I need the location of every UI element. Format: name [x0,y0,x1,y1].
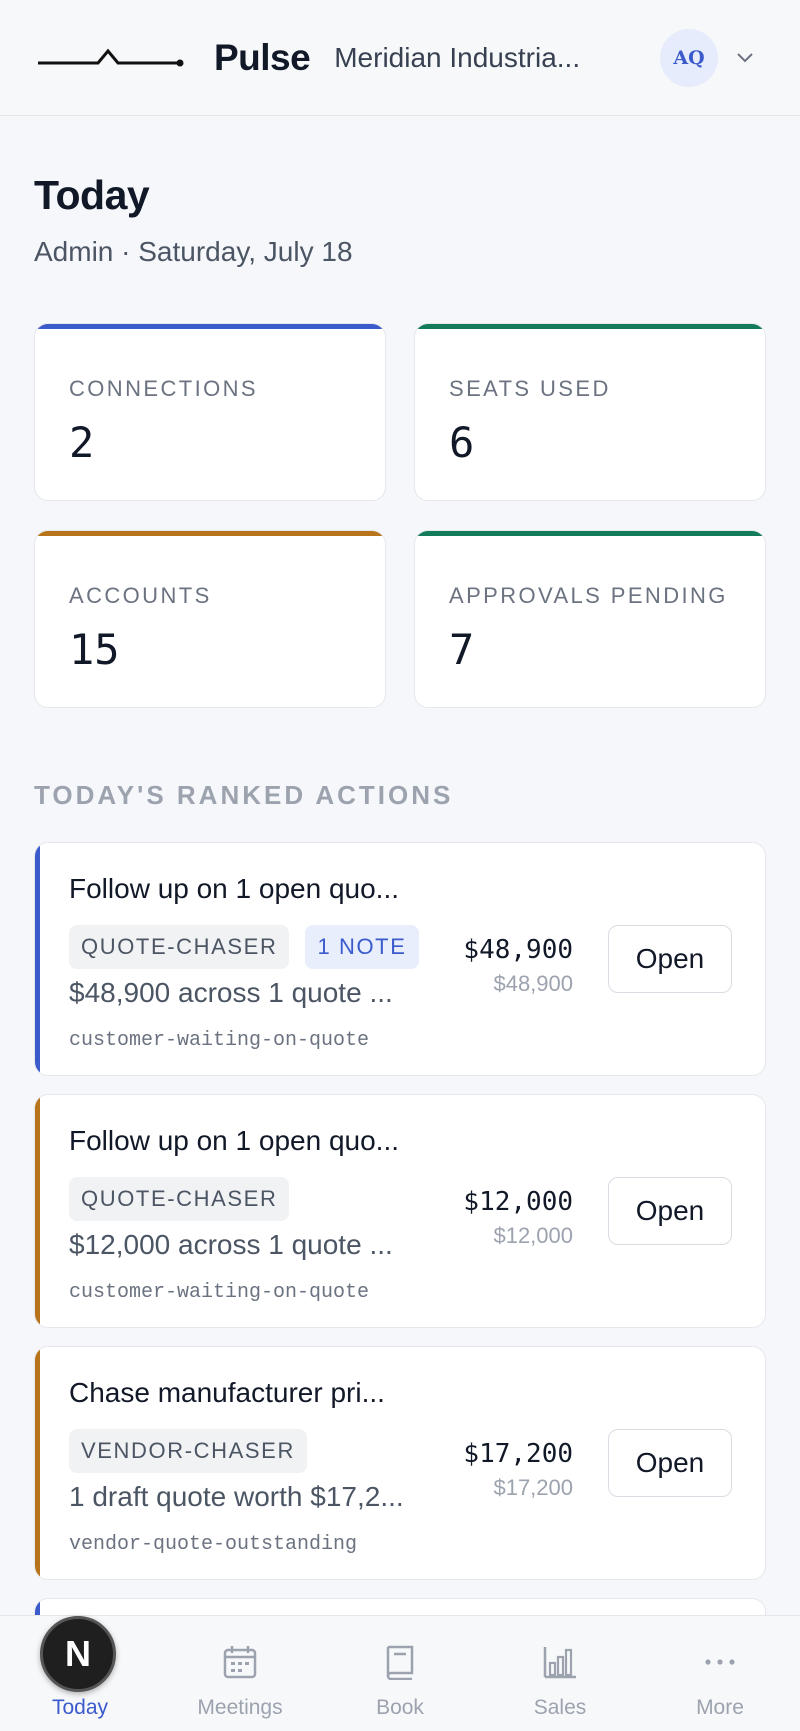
stat-label: ACCOUNTS [69,583,212,608]
page: Pulse Meridian Industria... AQ Today Adm… [0,0,800,1731]
action-amount: $48,900 [463,935,573,965]
action-accent-bar [35,843,40,1075]
action-tag: QUOTE-CHASER [69,925,290,969]
nav-label: Today [51,1696,109,1719]
stat-accent-bar [35,531,385,536]
open-button[interactable]: Open [608,1177,732,1245]
action-code: customer-waiting-on-quote [69,1281,370,1304]
nav-label: Meetings [197,1696,283,1719]
action-amount-sub: $17,200 [493,1475,573,1500]
nav-label: Book [376,1696,424,1719]
action-amount: $12,000 [463,1187,573,1217]
page-subtitle: Admin · Saturday, July 18 [34,236,353,267]
nav-item-more[interactable]: More [640,1616,800,1731]
bar-chart-icon [543,1647,576,1679]
brand-name: Pulse [214,36,311,78]
avatar[interactable]: AQ [660,29,718,87]
nav-item-meetings[interactable]: Meetings [160,1616,320,1731]
action-amount-sub: $12,000 [493,1223,573,1248]
action-code: vendor-quote-outstanding [69,1533,358,1556]
calendar-icon [223,1646,257,1679]
action-accent-bar [35,1347,40,1579]
stat-accent-bar [415,531,765,536]
stat-card-connections[interactable]: CONNECTIONS 2 [34,323,386,501]
stat-accent-bar [415,324,765,329]
stat-value: 6 [449,418,475,467]
action-description: $12,000 across 1 quote ... [69,1229,393,1260]
stat-value: 2 [69,418,95,467]
nav-label: More [696,1696,744,1719]
action-title: Follow up on 1 open quo... [69,1125,400,1156]
action-card[interactable]: Follow up on 1 open quo... QUOTE-CHASER … [34,842,766,1076]
nav-item-sales[interactable]: Sales [480,1616,640,1731]
nav-label: Sales [533,1696,587,1719]
action-description: 1 draft quote worth $17,2... [69,1481,404,1512]
section-title: TODAY'S RANKED ACTIONS [34,780,454,810]
org-switcher[interactable]: Meridian Industria... [334,42,580,74]
stat-value: 7 [449,625,475,674]
action-card[interactable]: Chase manufacturer pri... VENDOR-CHASER … [34,1346,766,1580]
action-title: Chase manufacturer pri... [69,1377,385,1408]
stat-label: APPROVALS PENDING [449,583,728,608]
open-button[interactable]: Open [608,1429,732,1497]
stat-value: 15 [69,625,120,674]
action-amount-sub: $48,900 [493,971,573,996]
stat-card-accounts[interactable]: ACCOUNTS 15 [34,530,386,708]
action-card[interactable]: Follow up on 1 open quo... QUOTE-CHASER … [34,1094,766,1328]
page-title: Today [34,172,150,218]
dev-tools-badge[interactable]: N [40,1616,116,1692]
action-tags: VENDOR-CHASER [69,1429,307,1473]
stat-accent-bar [35,324,385,329]
action-code: customer-waiting-on-quote [69,1029,370,1052]
nav-item-book[interactable]: Book [320,1616,480,1731]
stat-label: CONNECTIONS [69,376,258,401]
pulse-logo-icon[interactable] [36,43,186,73]
stat-card-approvals-pending[interactable]: APPROVALS PENDING 7 [414,530,766,708]
chevron-down-icon[interactable] [734,46,756,68]
bottom-nav: Today Meetings Book Sales More [0,1615,800,1731]
more-icon [705,1659,735,1665]
action-accent-bar [35,1095,40,1327]
book-icon [386,1645,414,1680]
note-badge[interactable]: 1 NOTE [305,925,419,969]
action-tag: QUOTE-CHASER [69,1177,290,1221]
action-amount: $17,200 [463,1439,573,1469]
stat-card-seats-used[interactable]: SEATS USED 6 [414,323,766,501]
action-tags: QUOTE-CHASER 1 NOTE [69,925,419,969]
action-description: $48,900 across 1 quote ... [69,977,393,1008]
stat-label: SEATS USED [449,376,611,401]
action-title: Follow up on 1 open quo... [69,873,400,904]
open-button[interactable]: Open [608,925,732,993]
action-tag: VENDOR-CHASER [69,1429,307,1473]
action-tags: QUOTE-CHASER [69,1177,290,1221]
